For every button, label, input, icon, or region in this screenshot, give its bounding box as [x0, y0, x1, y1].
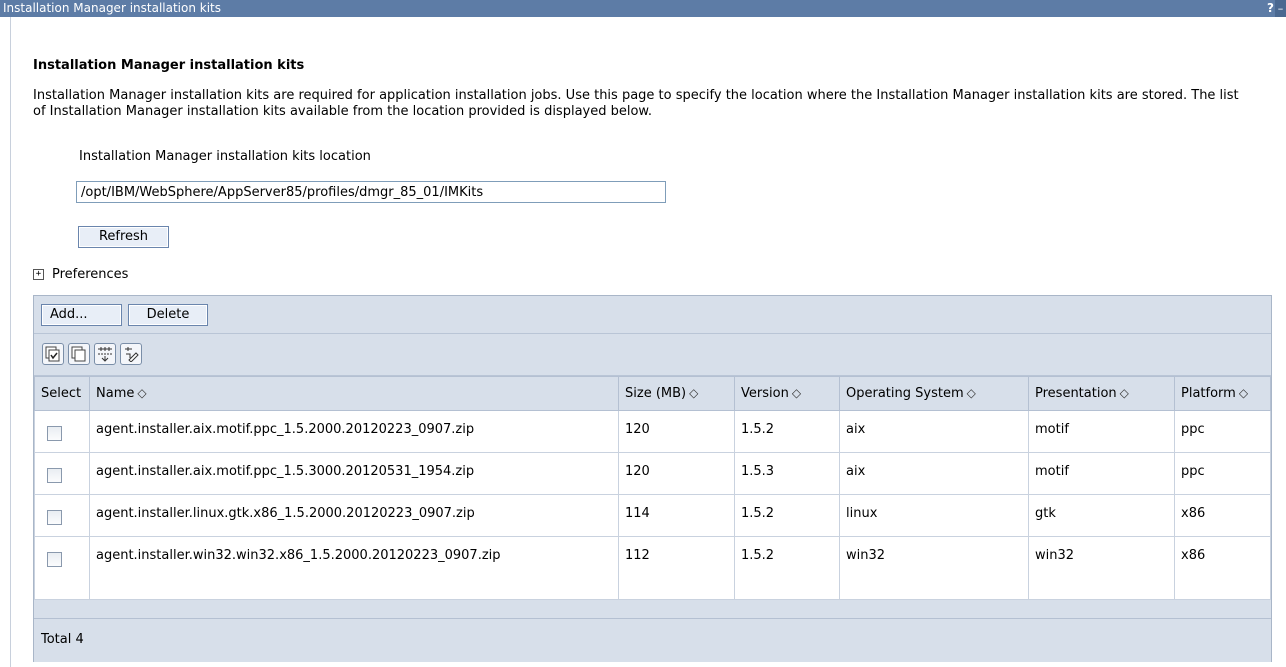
window-titlebar: Installation Manager installation kits ?… — [0, 0, 1286, 17]
preferences-label: Preferences — [52, 267, 129, 282]
row-checkbox[interactable] — [47, 510, 62, 525]
table-row: agent.installer.win32.win32.x86_1.5.2000… — [34, 536, 1271, 600]
expand-plus-icon[interactable]: + — [33, 269, 44, 280]
table-row: agent.installer.linux.gtk.x86_1.5.2000.2… — [34, 494, 1271, 537]
add-button[interactable]: Add... — [41, 304, 122, 326]
select-cell — [34, 452, 90, 495]
platform-cell: x86 — [1174, 494, 1271, 537]
action-toolbar: Add... Delete — [34, 296, 1271, 334]
frame-border — [10, 17, 11, 667]
row-checkbox[interactable] — [47, 552, 62, 567]
name-cell: agent.installer.aix.motif.ppc_1.5.2000.2… — [89, 410, 619, 453]
col-name[interactable]: Name ◇ — [89, 376, 619, 411]
platform-cell: ppc — [1174, 410, 1271, 453]
refresh-button[interactable]: Refresh — [78, 226, 169, 248]
select-cell — [34, 410, 90, 453]
page-heading: Installation Manager installation kits — [33, 58, 305, 73]
delete-button[interactable]: Delete — [128, 304, 208, 326]
sort-icon[interactable]: ◇ — [967, 386, 976, 400]
presentation-cell: motif — [1028, 410, 1175, 453]
show-filter-icon[interactable] — [94, 343, 116, 365]
os-cell: aix — [839, 410, 1029, 453]
os-cell: linux — [839, 494, 1029, 537]
help-button[interactable]: ? — [1267, 0, 1274, 17]
presentation-cell: gtk — [1028, 494, 1175, 537]
row-checkbox[interactable] — [47, 426, 62, 441]
kits-collection-panel: Add... Delete Select Name ◇ Size (MB) ◇ Ve… — [33, 295, 1272, 662]
version-cell: 1.5.2 — [734, 536, 840, 600]
size-cell: 112 — [618, 536, 735, 600]
version-cell: 1.5.2 — [734, 410, 840, 453]
table-row: agent.installer.aix.motif.ppc_1.5.2000.2… — [34, 410, 1271, 453]
size-cell: 120 — [618, 410, 735, 453]
os-cell: win32 — [839, 536, 1029, 600]
col-presentation[interactable]: Presentation ◇ — [1028, 376, 1175, 411]
col-size[interactable]: Size (MB) ◇ — [618, 376, 735, 411]
table-header-row: Select Name ◇ Size (MB) ◇ Version ◇ Operati… — [34, 376, 1271, 411]
minimize-button[interactable]: – — [1275, 0, 1286, 17]
platform-cell: ppc — [1174, 452, 1271, 495]
size-cell: 114 — [618, 494, 735, 537]
os-cell: aix — [839, 452, 1029, 495]
platform-cell: x86 — [1174, 536, 1271, 600]
presentation-cell: win32 — [1028, 536, 1175, 600]
name-cell: agent.installer.aix.motif.ppc_1.5.3000.2… — [89, 452, 619, 495]
version-cell: 1.5.3 — [734, 452, 840, 495]
sort-icon[interactable]: ◇ — [1239, 386, 1248, 400]
page-description: Installation Manager installation kits a… — [33, 88, 1239, 119]
col-platform[interactable]: Platform ◇ — [1174, 376, 1271, 411]
sort-icon[interactable]: ◇ — [137, 386, 146, 400]
sort-icon[interactable]: ◇ — [1120, 386, 1129, 400]
select-cell — [34, 536, 90, 600]
version-cell: 1.5.2 — [734, 494, 840, 537]
table-total: Total 4 — [34, 618, 1271, 662]
location-input[interactable] — [76, 181, 666, 203]
name-cell: agent.installer.linux.gtk.x86_1.5.2000.2… — [89, 494, 619, 537]
select-all-icon[interactable] — [42, 343, 64, 365]
window-title: Installation Manager installation kits — [3, 1, 222, 15]
sort-icon[interactable]: ◇ — [689, 386, 698, 400]
clear-filter-icon[interactable] — [120, 343, 142, 365]
presentation-cell: motif — [1028, 452, 1175, 495]
selection-toolbar — [34, 334, 1271, 376]
row-checkbox[interactable] — [47, 468, 62, 483]
size-cell: 120 — [618, 452, 735, 495]
preferences-toggle[interactable]: + Preferences — [33, 267, 128, 282]
location-label: Installation Manager installation kits l… — [79, 149, 371, 164]
col-select: Select — [34, 376, 90, 411]
col-version[interactable]: Version ◇ — [734, 376, 840, 411]
kits-table: Select Name ◇ Size (MB) ◇ Version ◇ Operati… — [34, 376, 1271, 600]
name-cell: agent.installer.win32.win32.x86_1.5.2000… — [89, 536, 619, 600]
sort-icon[interactable]: ◇ — [792, 386, 801, 400]
select-cell — [34, 494, 90, 537]
table-row: agent.installer.aix.motif.ppc_1.5.3000.2… — [34, 452, 1271, 495]
deselect-all-icon[interactable] — [68, 343, 90, 365]
col-operating-system[interactable]: Operating System ◇ — [839, 376, 1029, 411]
